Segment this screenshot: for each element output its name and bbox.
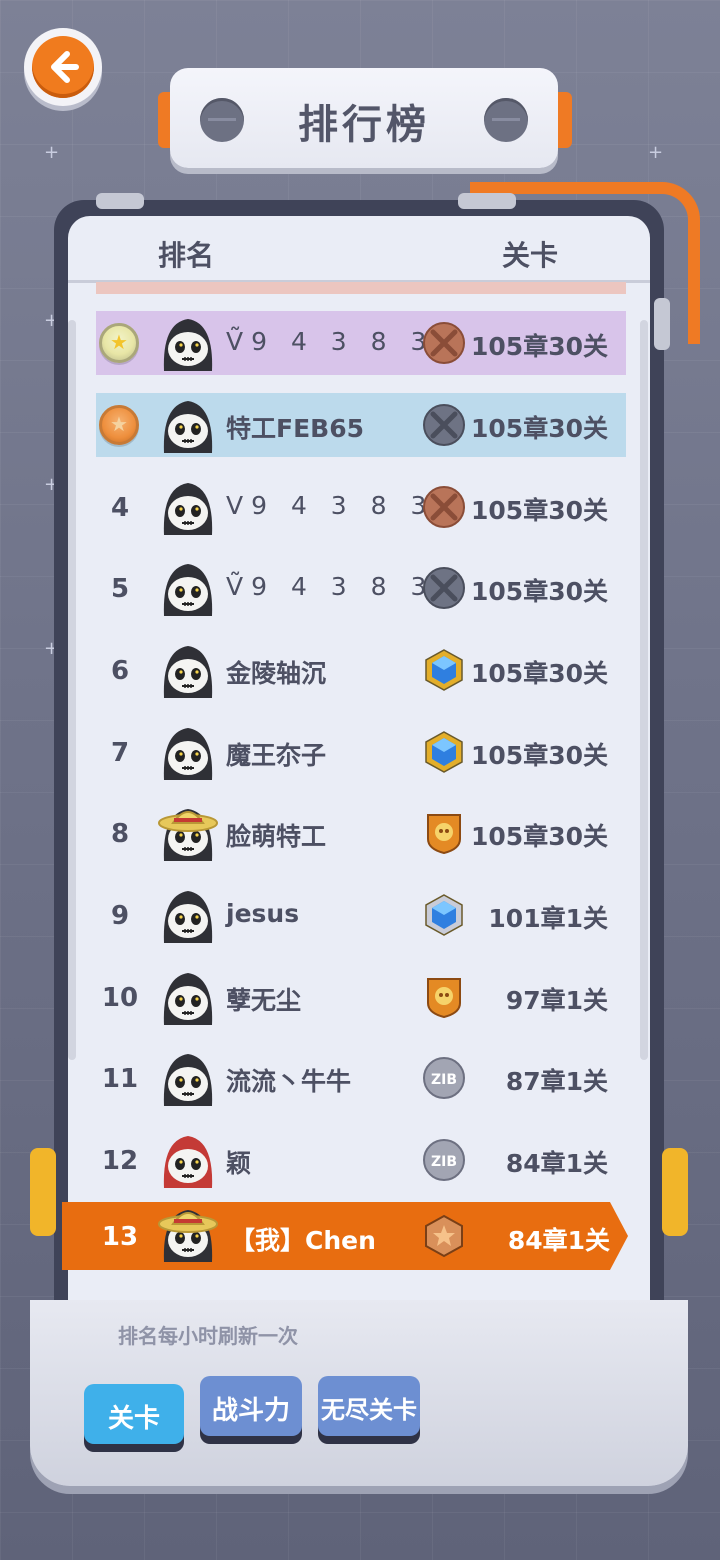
tab-endless-stages[interactable]: 无尽关卡 [318,1376,420,1436]
frame-clip [654,298,670,350]
player-name: V9 4 3 8 3 [226,491,435,520]
my-name: 【我】Chen [230,1226,376,1255]
decor-plus: + [44,142,60,163]
player-level: 105章30关 [471,414,608,443]
column-header: 排名 关卡 [68,216,650,283]
tab-power[interactable]: 战斗力 [200,1376,302,1436]
straw-hat-skull-avatar [158,1204,218,1264]
rank-number: 6 [110,656,130,686]
silver-zib-coin-icon: ZIB [422,1056,466,1100]
skull-straw-hat-avatar [158,803,218,863]
my-level: 84章1关 [507,1226,610,1255]
scroll-track-right[interactable] [640,320,648,1060]
title-plaque: 排行榜 [170,68,558,168]
refresh-note: 排名每小时刷新一次 [118,1324,298,1348]
player-name: 孽无尘 [226,986,302,1015]
player-level: 101章1关 [488,904,608,933]
player-name: 金陵轴沉 [226,659,327,688]
player-name: 魔王夵子 [226,741,327,770]
bronze-star-shield-icon [422,1214,466,1258]
skull-hood-avatar [158,1048,218,1108]
back-button[interactable] [24,28,102,106]
rank-number: 5 [110,574,130,604]
player-name: Ṽ9 4 3 8 3 [226,327,435,356]
skull-hood-avatar [158,885,218,945]
frame-clip [96,193,144,209]
player-name: 脸萌特工 [226,822,327,851]
tab-stages[interactable]: 关卡 [84,1384,184,1444]
player-level: 97章1关 [505,986,608,1015]
silver-blue-gem-icon [422,893,466,937]
gold-medal-icon: ★ [99,323,139,363]
player-name: 流流丶牛牛 [226,1067,352,1096]
player-level: 105章30关 [471,822,608,851]
red-hair-avatar [158,1130,218,1190]
page-title: 排行榜 [298,102,430,148]
player-name: Ṽ9 4 3 8 3 [226,572,435,601]
player-level: 105章30关 [471,659,608,688]
rank-number: 9 [110,901,130,931]
player-level: 105章30关 [471,577,608,606]
level-column-header: 关卡 [502,239,559,272]
rank-number: 7 [110,738,130,768]
player-level: 87章1关 [505,1067,608,1096]
list-item[interactable]: 9 jesus 101章1关 [96,883,626,947]
player-name: 颖 [226,1149,252,1178]
steel-crossed-shield-icon [422,566,466,610]
tray-clip [662,1148,688,1236]
list-item[interactable]: 6 金陵轴沉 105章30关 [96,638,626,702]
player-level: 105章30关 [471,332,608,361]
my-rank-row[interactable]: 13 【我】Chen 84章1关 [62,1202,628,1270]
left-arrow-icon [51,51,79,83]
bronze-crossed-shield-icon [422,321,466,365]
rank-number: 11 [101,1064,139,1094]
skull-hood-avatar [158,558,218,618]
skull-hood-avatar [158,967,218,1027]
rank-number: 10 [101,983,139,1013]
list-item[interactable]: 11 流流丶牛牛 ZIB 87章1关 [96,1046,626,1110]
skull-hood-avatar [158,477,218,537]
rank-column-header: 排名 [158,239,215,272]
silver-zib-coin-icon: ZIB [422,1138,466,1182]
steel-crossed-shield-icon [422,403,466,447]
list-item-partial [96,282,626,294]
svg-text:ZIB: ZIB [431,1072,457,1088]
rank-number: 4 [110,493,130,523]
skull-hood-avatar [158,640,218,700]
svg-text:ZIB: ZIB [431,1154,457,1170]
skull-hood-avatar [158,395,218,455]
list-item[interactable]: ★ Ṽ9 4 3 8 3 105章30关 [96,311,626,375]
player-name: jesus [226,899,300,928]
orange-skull-shield-icon [422,975,466,1019]
rank-number: 12 [101,1146,139,1176]
gold-blue-gem-icon [422,730,466,774]
list-item[interactable]: 10 孽无尘 97章1关 [96,965,626,1029]
list-item[interactable]: ★ 特工FEB65 105章30关 [96,393,626,457]
skull-hood-avatar [158,313,218,373]
decor-plus: + [648,142,664,163]
back-button-face [32,36,94,98]
list-item[interactable]: 5 Ṽ9 4 3 8 3 105章30关 [96,556,626,620]
player-level: 84章1关 [505,1149,608,1178]
frame-clip [458,193,516,209]
bronze-medal-icon: ★ [99,405,139,445]
orange-skull-shield-icon [422,811,466,855]
list-item[interactable]: 7 魔王夵子 105章30关 [96,720,626,784]
skull-hood-avatar [158,722,218,782]
my-rank: 13 [101,1222,139,1252]
rank-number: 8 [110,819,130,849]
list-item[interactable]: 12 颖 ZIB 84章1关 [96,1128,626,1192]
player-level: 105章30关 [471,741,608,770]
list-item[interactable]: 8 脸萌特工 105章30关 [96,801,626,865]
player-level: 105章30关 [471,496,608,525]
gold-blue-gem-icon [422,648,466,692]
list-item[interactable]: 4 V9 4 3 8 3 105章30关 [96,475,626,539]
tray-clip [30,1148,56,1236]
bronze-crossed-shield-icon [422,485,466,529]
scroll-track-left [68,320,76,1060]
player-name: 特工FEB65 [226,414,365,443]
